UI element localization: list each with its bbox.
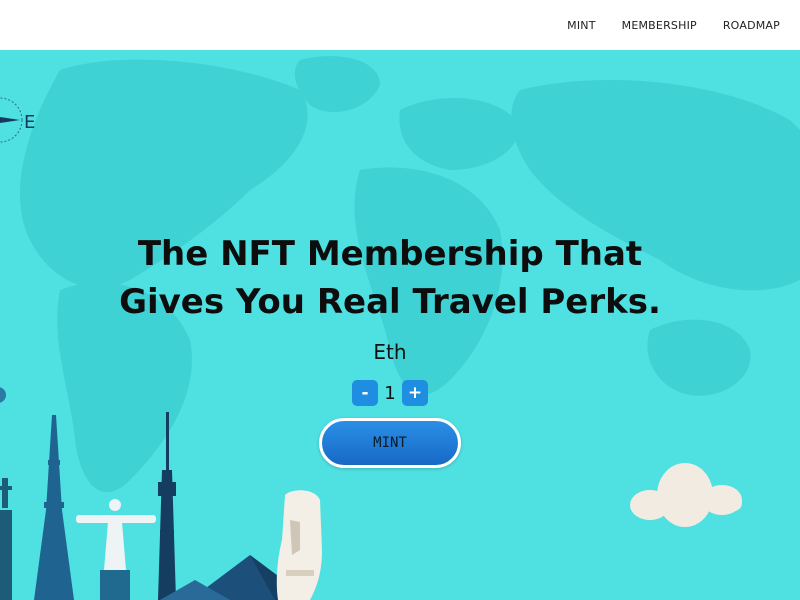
nav-link-membership[interactable]: MEMBERSHIP: [622, 19, 697, 32]
nav-link-mint[interactable]: MINT: [567, 19, 595, 32]
quantity-value: 1: [384, 382, 396, 404]
compass-letter: E: [24, 112, 35, 133]
hero-headline: The NFT Membership That Gives You Real T…: [0, 230, 780, 326]
compass-illustration: E: [0, 97, 35, 143]
eiffel-tower-illustration: [34, 415, 74, 600]
decrement-button[interactable]: -: [352, 380, 378, 406]
quantity-stepper: - 1 +: [352, 380, 428, 406]
top-navbar: MINT MEMBERSHIP ROADMAP: [0, 0, 800, 50]
increment-button[interactable]: +: [402, 380, 428, 406]
continent-greenland: [294, 56, 380, 113]
cloud-illustration: [630, 463, 742, 527]
headline-line-2: Gives You Real Travel Perks.: [119, 282, 661, 322]
mint-button[interactable]: MINT: [319, 418, 461, 468]
hero-section: E The NFT Membership That Gives You Real…: [0, 50, 800, 600]
continent-europe: [399, 98, 520, 170]
currency-label: Eth: [373, 340, 407, 364]
headline-line-1: The NFT Membership That: [137, 234, 643, 274]
nav-link-roadmap[interactable]: ROADMAP: [723, 19, 780, 32]
moai-illustration: [276, 490, 322, 600]
christ-redeemer-illustration: [76, 499, 156, 600]
